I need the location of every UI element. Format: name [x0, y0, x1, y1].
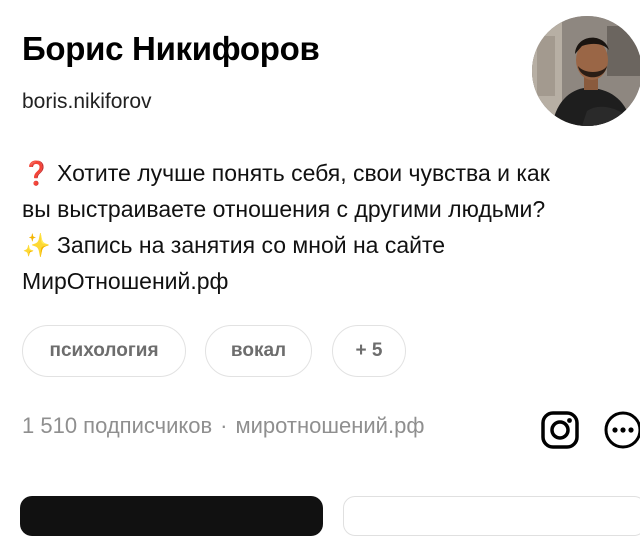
- profile-name: Борис Никифоров: [22, 30, 320, 67]
- more-icon[interactable]: [603, 410, 640, 450]
- profile-username: boris.nikiforov: [22, 90, 152, 113]
- secondary-action-button[interactable]: [343, 496, 640, 536]
- website-link[interactable]: миротношений.рф: [236, 413, 425, 438]
- bio-text-1: Хотите лучше понять себя, свои чувства и…: [57, 160, 550, 186]
- tag-psychology[interactable]: психология: [22, 325, 186, 377]
- tag-vocal[interactable]: вокал: [205, 325, 312, 377]
- tag-more[interactable]: + 5: [332, 325, 406, 377]
- profile-stats: 1 510 подписчиков · миротношений.рф: [22, 413, 424, 439]
- avatar-photo: [532, 16, 640, 126]
- primary-action-button[interactable]: [20, 496, 323, 536]
- bio-line-3: ✨ Запись на занятия со мной на сайте: [22, 227, 622, 263]
- bio-line-4: МирОтношений.рф: [22, 268, 229, 294]
- question-mark-icon: ❓: [22, 160, 51, 186]
- followers-count[interactable]: 1 510 подписчиков: [22, 413, 212, 438]
- sparkles-icon: ✨: [22, 232, 51, 258]
- bio-line-1: ❓ Хотите лучше понять себя, свои чувства…: [22, 155, 622, 191]
- stats-separator: ·: [220, 413, 228, 438]
- avatar[interactable]: [532, 16, 640, 126]
- instagram-icon[interactable]: [540, 410, 580, 450]
- profile-bio: ❓ Хотите лучше понять себя, свои чувства…: [22, 155, 622, 299]
- bio-line-2: вы выстраиваете отношения с другими людь…: [22, 196, 546, 222]
- bio-text-3: Запись на занятия со мной на сайте: [57, 232, 446, 258]
